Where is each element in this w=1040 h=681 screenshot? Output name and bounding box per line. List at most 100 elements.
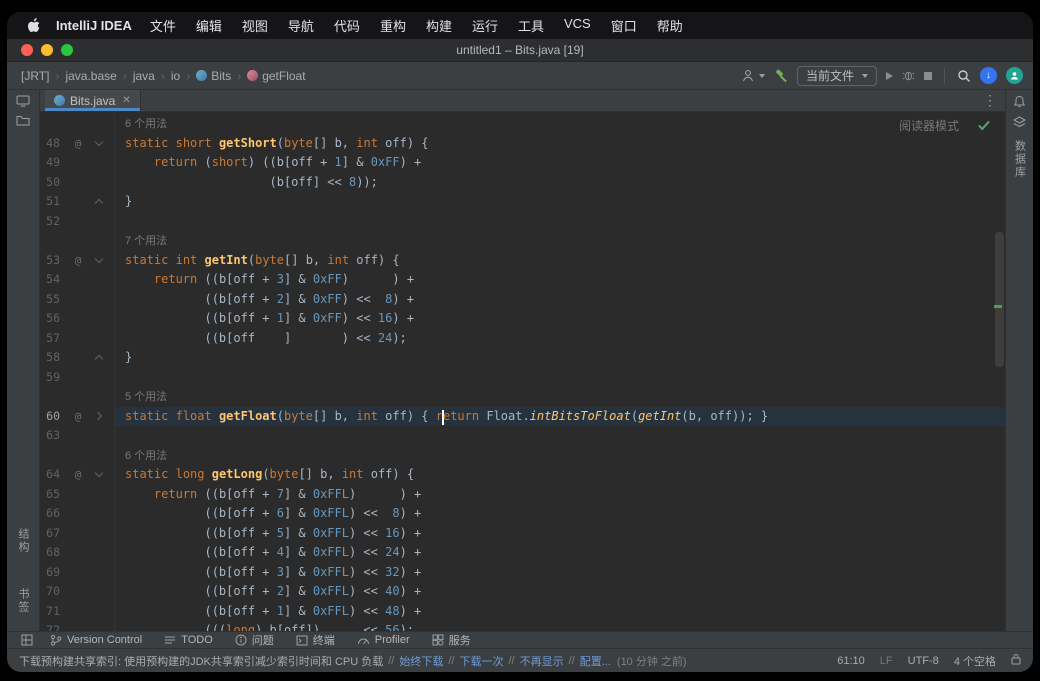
line-number[interactable] xyxy=(40,446,60,466)
close-icon[interactable]: ✕ xyxy=(122,95,130,106)
notifications-bell-icon[interactable] xyxy=(1013,95,1026,108)
menu-item-VCS[interactable]: VCS xyxy=(554,16,601,35)
line-number[interactable]: 48 xyxy=(40,134,60,154)
line-number[interactable]: 59 xyxy=(40,368,60,388)
line-number[interactable]: 55 xyxy=(40,290,60,310)
annotation-marker-icon[interactable]: @ xyxy=(68,134,88,154)
editor-gutter[interactable]: 63 xyxy=(40,426,115,446)
code-text[interactable] xyxy=(115,368,1005,388)
remote-screen-icon[interactable] xyxy=(16,95,30,107)
run-config-select[interactable]: 当前文件 xyxy=(797,66,877,86)
line-number[interactable]: 60 xyxy=(40,407,60,427)
code-text[interactable]: ((b[off + 5] & 0xFFL) << 16) + xyxy=(115,524,1005,544)
annotation-marker-icon[interactable]: @ xyxy=(68,251,88,271)
editor-gutter[interactable] xyxy=(40,114,115,134)
menu-item-工具[interactable]: 工具 xyxy=(508,16,554,35)
window-title-bar[interactable]: untitled1 – Bits.java [19] xyxy=(7,39,1033,62)
code-text[interactable]: ((b[off + 1] & 0xFFL) << 48) + xyxy=(115,602,1005,622)
annotation-marker-icon[interactable]: @ xyxy=(68,407,88,427)
editor-gutter[interactable]: 53@ xyxy=(40,251,115,271)
menu-item-构建[interactable]: 构建 xyxy=(416,16,462,35)
editor-gutter[interactable]: 59 xyxy=(40,368,115,388)
scrollbar-thumb[interactable] xyxy=(995,232,1004,367)
code-text[interactable]: ((b[off + 2] & 0xFFL) << 40) + xyxy=(115,582,1005,602)
line-number[interactable]: 57 xyxy=(40,329,60,349)
usages-inlay-hint[interactable]: 6 个用法 xyxy=(125,118,167,130)
editor-gutter[interactable] xyxy=(40,446,115,466)
menu-item-导航[interactable]: 导航 xyxy=(278,16,324,35)
line-number[interactable]: 56 xyxy=(40,309,60,329)
fold-down-icon[interactable] xyxy=(95,138,103,146)
editor-gutter[interactable]: 67 xyxy=(40,524,115,544)
editor-gutter[interactable]: 66 xyxy=(40,504,115,524)
line-number[interactable]: 65 xyxy=(40,485,60,505)
line-number[interactable]: 67 xyxy=(40,524,60,544)
fold-right-icon[interactable] xyxy=(94,412,102,420)
usage-hint[interactable]: 6 个用法 xyxy=(115,446,1005,466)
menu-item-代码[interactable]: 代码 xyxy=(324,16,370,35)
menu-item-帮助[interactable]: 帮助 xyxy=(647,16,693,35)
usages-inlay-hint[interactable]: 7 个用法 xyxy=(125,235,167,247)
code-text[interactable]: static long getLong(byte[] b, int off) { xyxy=(115,465,1005,485)
code-text[interactable]: return ((b[off + 3] & 0xFF) ) + xyxy=(115,270,1005,290)
editor-gutter[interactable]: 64@ xyxy=(40,465,115,485)
code-text[interactable]: return ((b[off + 7] & 0xFFL) ) + xyxy=(115,485,1005,505)
status-link-always-download[interactable]: 始终下载 xyxy=(399,653,443,669)
usages-inlay-hint[interactable]: 5 个用法 xyxy=(125,391,167,403)
editor-gutter[interactable]: 50 xyxy=(40,173,115,193)
line-number[interactable]: 69 xyxy=(40,563,60,583)
tool-window-services[interactable]: 服务 xyxy=(421,632,482,648)
file-encoding[interactable]: UTF-8 xyxy=(908,655,939,667)
line-number[interactable]: 50 xyxy=(40,173,60,193)
caret-position[interactable]: 61:10 xyxy=(837,655,865,667)
menu-item-视图[interactable]: 视图 xyxy=(232,16,278,35)
run-icon[interactable] xyxy=(886,72,893,80)
inspections-ok-icon[interactable] xyxy=(977,119,991,131)
code-text[interactable] xyxy=(115,212,1005,232)
line-number[interactable]: 72 xyxy=(40,621,60,631)
line-number[interactable]: 70 xyxy=(40,582,60,602)
menu-item-窗口[interactable]: 窗口 xyxy=(601,16,647,35)
code-text[interactable]: static float getFloat(byte[] b, int off)… xyxy=(115,407,1005,427)
codewithme-icon[interactable] xyxy=(1006,67,1023,84)
update-icon[interactable]: ↓ xyxy=(980,67,997,84)
tool-window-profiler[interactable]: Profiler xyxy=(346,634,421,646)
editor-gutter[interactable]: 69 xyxy=(40,563,115,583)
editor-gutter[interactable] xyxy=(40,231,115,251)
zoom-window-button[interactable] xyxy=(61,44,73,56)
stop-icon[interactable] xyxy=(924,72,932,80)
tool-stripe-database[interactable]: 数据库 xyxy=(1012,140,1028,179)
fold-up-icon[interactable] xyxy=(95,355,103,363)
read-only-lock-icon[interactable] xyxy=(1011,653,1021,668)
fold-down-icon[interactable] xyxy=(95,469,103,477)
tab-bits-java[interactable]: Bits.java ✕ xyxy=(45,90,141,111)
editor-gutter[interactable]: 68 xyxy=(40,543,115,563)
menu-item-重构[interactable]: 重构 xyxy=(370,16,416,35)
usage-hint[interactable]: 6 个用法 xyxy=(115,114,1005,134)
tool-window-switcher-icon[interactable] xyxy=(15,634,39,646)
code-text[interactable]: ((b[off + 3] & 0xFFL) << 32) + xyxy=(115,563,1005,583)
editor-gutter[interactable]: 51 xyxy=(40,192,115,212)
status-link-download-once[interactable]: 下载一次 xyxy=(459,653,503,669)
breadcrumb-Bits[interactable]: Bits xyxy=(196,69,231,83)
debug-icon[interactable] xyxy=(902,69,915,82)
line-number[interactable]: 58 xyxy=(40,348,60,368)
menu-item-编辑[interactable]: 编辑 xyxy=(186,16,232,35)
editor-gutter[interactable]: 65 xyxy=(40,485,115,505)
code-text[interactable] xyxy=(115,426,1005,446)
search-icon[interactable] xyxy=(957,69,971,83)
breadcrumb-java.base[interactable]: java.base xyxy=(65,69,116,83)
fold-down-icon[interactable] xyxy=(95,255,103,263)
breadcrumb-getFloat[interactable]: getFloat xyxy=(247,69,305,83)
close-window-button[interactable] xyxy=(21,44,33,56)
more-options-icon[interactable]: ⋮ xyxy=(975,90,1005,111)
menu-app-name[interactable]: IntelliJ IDEA xyxy=(56,18,132,33)
indent-setting[interactable]: 4 个空格 xyxy=(954,653,996,669)
status-link-configure[interactable]: 配置... xyxy=(580,653,611,669)
code-text[interactable]: ((b[off ] ) << 24); xyxy=(115,329,1005,349)
code-text[interactable]: return (short) ((b[off + 1] & 0xFF) + xyxy=(115,153,1005,173)
menu-item-运行[interactable]: 运行 xyxy=(462,16,508,35)
editor-gutter[interactable]: 52 xyxy=(40,212,115,232)
editor-gutter[interactable] xyxy=(40,387,115,407)
code-editor[interactable]: 6 个用法48@static short getShort(byte[] b, … xyxy=(40,112,1005,631)
